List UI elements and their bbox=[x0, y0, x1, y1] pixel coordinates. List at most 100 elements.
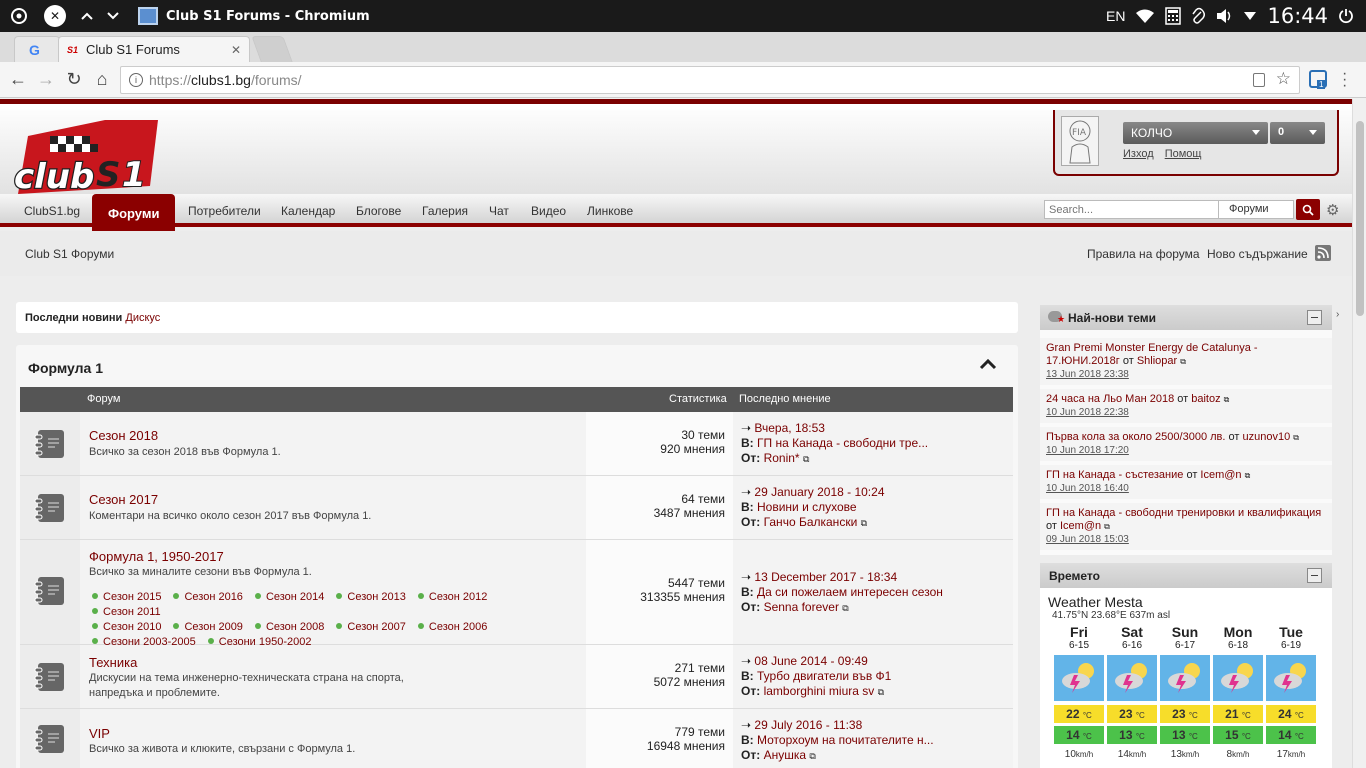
topic-author[interactable]: Icem@n bbox=[1060, 520, 1101, 532]
help-link[interactable]: Помощ bbox=[1165, 148, 1202, 160]
last-post-date[interactable]: Вчера, 18:53 bbox=[754, 421, 825, 435]
nav-clubs1[interactable]: ClubS1.bg bbox=[24, 204, 80, 218]
tab-club-s1-forums[interactable]: S1 Club S1 Forums ✕ bbox=[58, 36, 250, 62]
club-s1-logo[interactable]: club S 1 bbox=[10, 116, 160, 194]
collapse-minus-icon[interactable] bbox=[1307, 310, 1322, 325]
last-post-author[interactable]: Анушка bbox=[764, 748, 806, 762]
logout-link[interactable]: Изход bbox=[1123, 148, 1154, 160]
tab-google[interactable]: G bbox=[14, 36, 60, 62]
sidebar-toggle-arrow-icon[interactable]: › bbox=[1336, 309, 1339, 320]
nav-links[interactable]: Линкове bbox=[587, 204, 633, 218]
forum-rules-link[interactable]: Правила на форума bbox=[1087, 247, 1200, 261]
forum-title[interactable]: Техника bbox=[89, 655, 137, 670]
last-post-author[interactable]: lamborghini miura sv bbox=[764, 684, 875, 698]
nav-members[interactable]: Потребители bbox=[188, 204, 261, 218]
topic-link[interactable]: ГП на Канада - състезание bbox=[1046, 469, 1183, 481]
window-minimize-icon[interactable] bbox=[102, 5, 124, 27]
topic-author[interactable]: baitoz bbox=[1191, 393, 1220, 405]
search-scope-dropdown[interactable]: Форуми bbox=[1218, 200, 1294, 219]
collapse-minus-icon[interactable] bbox=[1307, 568, 1322, 583]
last-post-topic[interactable]: ГП на Канада - свободни тре... bbox=[757, 436, 928, 450]
nav-forums[interactable]: Форуми bbox=[92, 194, 176, 231]
last-post-date[interactable]: 29 July 2016 - 11:38 bbox=[754, 718, 862, 732]
external-link-icon[interactable]: ⧉ bbox=[1293, 433, 1299, 442]
breadcrumb[interactable]: Club S1 Форуми bbox=[25, 247, 114, 261]
subforum-link[interactable]: Сезон 2015 bbox=[92, 590, 161, 605]
username-dropdown[interactable]: КОЛЧО bbox=[1123, 122, 1268, 144]
nav-calendar[interactable]: Календар bbox=[281, 204, 335, 218]
topic-author[interactable]: uzunov10 bbox=[1242, 431, 1290, 443]
subforum-link[interactable]: Сезон 2013 bbox=[336, 590, 405, 605]
app-menu-icon[interactable] bbox=[8, 5, 30, 27]
reload-button[interactable]: ↻ bbox=[60, 66, 88, 94]
forum-title[interactable]: VIP bbox=[89, 726, 110, 741]
collapse-chevron-up-icon[interactable] bbox=[979, 355, 997, 373]
subforum-link[interactable]: Сезон 2016 bbox=[173, 590, 242, 605]
topic-link[interactable]: ГП на Канада - свободни тренировки и ква… bbox=[1046, 507, 1321, 519]
external-link-icon[interactable]: ⧉ bbox=[803, 454, 809, 464]
external-link-icon[interactable]: ⧉ bbox=[1224, 395, 1230, 404]
scrollbar-thumb[interactable] bbox=[1356, 121, 1364, 316]
rss-icon[interactable] bbox=[1315, 245, 1331, 261]
external-link-icon[interactable]: ⧉ bbox=[878, 687, 884, 697]
subforum-link[interactable]: Сезон 2011 bbox=[92, 605, 161, 620]
last-post-author[interactable]: Senna forever bbox=[764, 600, 839, 614]
last-post-topic[interactable]: Новини и слухове bbox=[757, 500, 857, 514]
user-avatar[interactable]: FIA bbox=[1061, 116, 1099, 166]
paperclip-icon[interactable] bbox=[1191, 7, 1206, 25]
extension-icon[interactable]: 1 bbox=[1309, 70, 1327, 89]
external-link-icon[interactable]: ⧉ bbox=[1245, 471, 1251, 480]
new-content-link[interactable]: Ново съдържание bbox=[1207, 247, 1308, 261]
wifi-icon[interactable] bbox=[1135, 8, 1155, 24]
last-post-topic[interactable]: Да си пожелаем интересен сезон bbox=[757, 585, 943, 599]
subforum-link[interactable]: Сезон 2010 bbox=[92, 620, 161, 635]
last-post-date[interactable]: 29 January 2018 - 10:24 bbox=[754, 485, 884, 499]
external-link-icon[interactable]: ⧉ bbox=[809, 751, 815, 761]
category-title[interactable]: Формула 1 bbox=[28, 360, 103, 376]
home-button[interactable]: ⌂ bbox=[88, 66, 116, 94]
subforum-link[interactable]: Сезон 2012 bbox=[418, 590, 487, 605]
topic-author[interactable]: Icem@n bbox=[1200, 469, 1241, 481]
external-link-icon[interactable]: ⧉ bbox=[1104, 522, 1110, 531]
topic-link[interactable]: 24 часа на Льо Ман 2018 bbox=[1046, 393, 1174, 405]
topic-link[interactable]: Първа кола за около 2500/3000 лв. bbox=[1046, 431, 1225, 443]
external-link-icon[interactable]: ⧉ bbox=[1180, 357, 1186, 366]
subforum-link[interactable]: Сезон 2014 bbox=[255, 590, 324, 605]
dropdown-triangle-icon[interactable] bbox=[1243, 11, 1257, 21]
calculator-icon[interactable] bbox=[1165, 7, 1182, 25]
notifications-dropdown[interactable]: 0 bbox=[1270, 122, 1325, 144]
nav-gallery[interactable]: Галерия bbox=[422, 204, 468, 218]
external-link-icon[interactable]: ⧉ bbox=[842, 603, 848, 613]
last-post-author[interactable]: Ганчо Балкански bbox=[764, 515, 858, 529]
nav-chat[interactable]: Чат bbox=[489, 204, 509, 218]
bookmark-star-icon[interactable]: ☆ bbox=[1276, 69, 1291, 89]
latest-news-link[interactable]: Дискус bbox=[125, 312, 160, 324]
tab-close-icon[interactable]: ✕ bbox=[231, 43, 241, 57]
nav-blogs[interactable]: Блогове bbox=[356, 204, 401, 218]
page-scrollbar[interactable] bbox=[1352, 99, 1366, 768]
power-icon[interactable] bbox=[1338, 8, 1354, 24]
window-maximize-icon[interactable] bbox=[76, 5, 98, 27]
last-post-date[interactable]: 13 December 2017 - 18:34 bbox=[754, 570, 897, 584]
external-link-icon[interactable]: ⧉ bbox=[861, 518, 867, 528]
forum-title[interactable]: Формула 1, 1950-2017 bbox=[89, 549, 224, 564]
info-icon[interactable]: i bbox=[129, 73, 143, 87]
forum-title[interactable]: Сезон 2017 bbox=[89, 492, 158, 507]
subforum-link[interactable]: Сезон 2006 bbox=[418, 620, 487, 635]
forum-title[interactable]: Сезон 2018 bbox=[89, 428, 158, 443]
search-button[interactable] bbox=[1296, 199, 1320, 220]
subforum-link[interactable]: Сезон 2007 bbox=[336, 620, 405, 635]
forward-button[interactable]: → bbox=[32, 66, 60, 94]
new-tab-button[interactable] bbox=[251, 36, 293, 62]
nav-video[interactable]: Видео bbox=[531, 204, 566, 218]
blocked-content-icon[interactable] bbox=[1253, 73, 1265, 87]
last-post-topic[interactable]: Моторхоум на почитателите н... bbox=[757, 733, 934, 747]
topic-author[interactable]: Shliopar bbox=[1137, 355, 1177, 367]
subforum-link[interactable]: Сезон 2009 bbox=[173, 620, 242, 635]
last-post-date[interactable]: 08 June 2014 - 09:49 bbox=[754, 654, 867, 668]
window-close-icon[interactable]: ✕ bbox=[44, 5, 66, 27]
last-post-topic[interactable]: Турбо двигатели във Ф1 bbox=[757, 669, 891, 683]
keyboard-layout[interactable]: EN bbox=[1106, 8, 1125, 24]
gear-icon[interactable]: ⚙ bbox=[1326, 201, 1339, 219]
last-post-author[interactable]: Ronin* bbox=[764, 451, 800, 465]
